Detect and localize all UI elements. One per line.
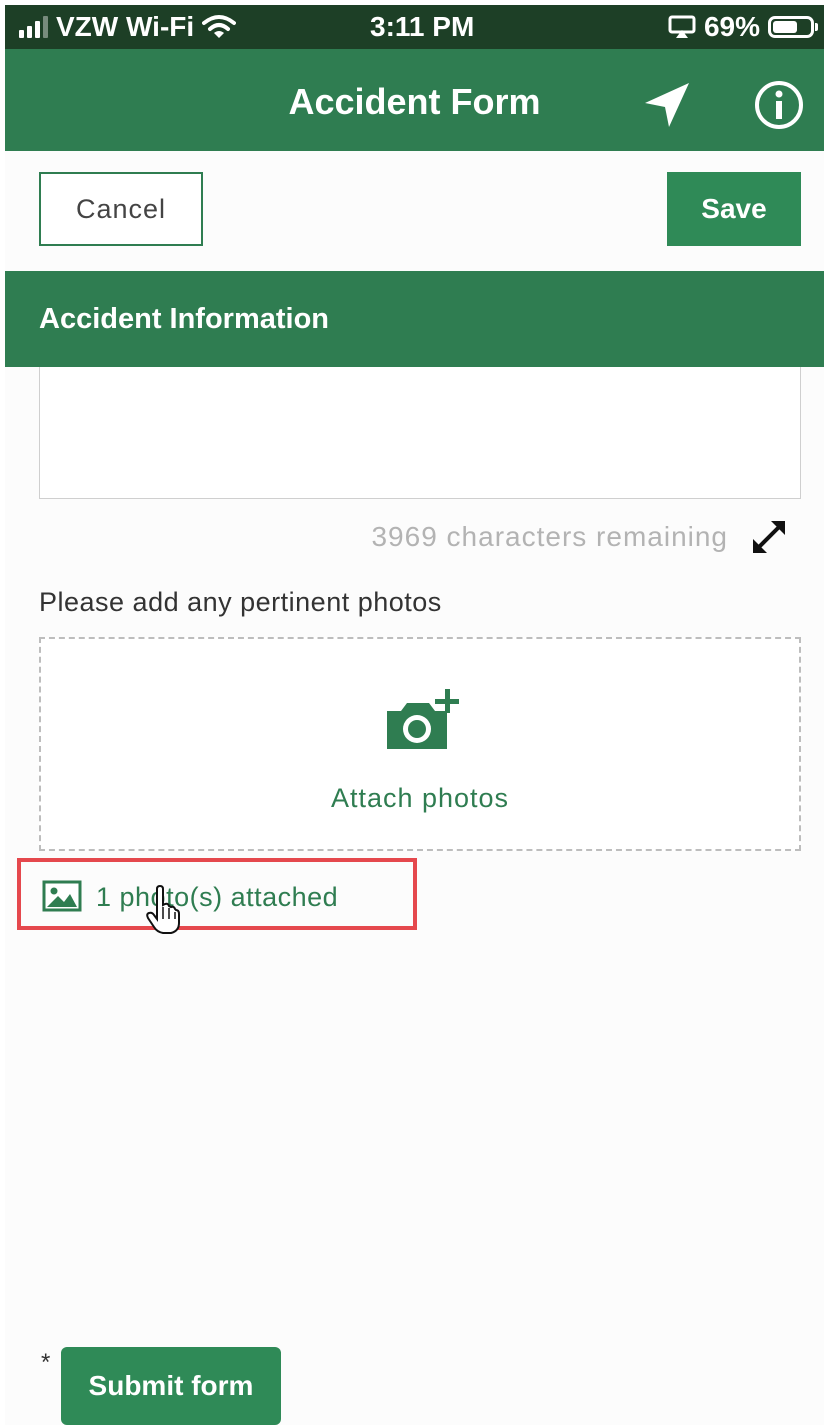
info-icon[interactable] — [753, 79, 805, 131]
attach-photos-dropzone[interactable]: Attach photos — [39, 637, 801, 851]
page-title: Accident Form — [288, 81, 541, 122]
expand-icon[interactable] — [747, 515, 791, 559]
hand-cursor-icon — [146, 885, 180, 934]
attach-photos-label[interactable]: Attach photos — [41, 783, 799, 814]
section-header: Accident Information — [5, 271, 824, 367]
location-arrow-icon[interactable] — [641, 79, 693, 131]
camera-plus-icon — [387, 689, 459, 749]
description-textarea[interactable] — [39, 367, 801, 499]
required-mark: * — [41, 1349, 51, 1376]
screen-mirroring-icon — [668, 15, 696, 38]
wifi-icon — [202, 15, 237, 38]
battery-percent: 69% — [703, 11, 760, 42]
image-icon — [42, 880, 82, 912]
signal-icon — [19, 16, 48, 38]
status-left: VZW Wi-Fi — [19, 11, 237, 43]
chars-remaining: 3969 characters remaining — [371, 521, 728, 552]
photos-attached-link[interactable]: 1 photo(s) attached — [17, 858, 417, 930]
status-time: 3:11 PM — [370, 11, 475, 42]
photos-attached-text[interactable]: 1 photo(s) attached — [96, 882, 338, 913]
save-button[interactable]: Save — [667, 172, 801, 246]
app-screen: VZW Wi-Fi 3:11 PM 69% Accident Form Canc… — [5, 5, 824, 1425]
photos-label: Please add any pertinent photos — [39, 587, 442, 617]
section-title: Accident Information — [39, 303, 330, 335]
battery-icon — [768, 16, 818, 38]
submit-form-button[interactable]: Submit form — [61, 1347, 281, 1425]
cancel-button[interactable]: Cancel — [39, 172, 203, 246]
status-right: 69% — [668, 11, 818, 43]
app-header: Accident Form — [5, 49, 824, 151]
status-bar: VZW Wi-Fi 3:11 PM 69% — [5, 5, 824, 49]
carrier-label: VZW Wi-Fi — [56, 11, 195, 42]
